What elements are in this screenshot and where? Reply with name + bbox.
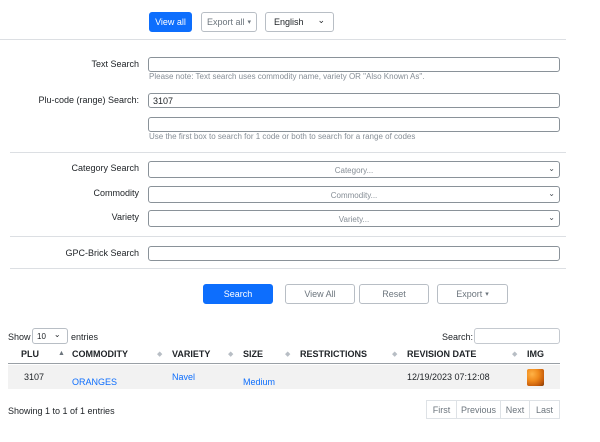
chevron-down-icon: ⌄ [53,329,61,339]
variety-placeholder: Variety... [338,215,370,224]
view-all-label: View all [155,17,186,27]
reset-button[interactable]: Reset [359,284,429,304]
pagination-next[interactable]: Next [500,400,530,419]
chevron-down-icon: ⌄ [317,14,326,25]
text-search-label: Text Search [91,59,139,69]
export-button[interactable]: Export ▾ [437,284,508,304]
language-value: English [274,17,304,27]
chevron-down-icon: ⌄ [548,189,555,198]
view-all-button[interactable]: View all [149,12,192,32]
search-button[interactable]: Search [203,284,273,304]
cell-size-link[interactable]: Medium [243,377,275,387]
entries-length-select[interactable]: 10 ⌄ [32,328,68,344]
sort-icon: ◆ [512,351,518,358]
variety-select[interactable]: Variety... ⌄ [148,210,560,227]
sort-asc-icon: ▲ [58,350,65,357]
pagination-last[interactable]: Last [529,400,560,419]
plu-search-label: Plu-code (range) Search: [38,95,139,105]
export-button-label: Export [456,289,483,299]
commodity-select[interactable]: Commodity... ⌄ [148,186,560,203]
text-search-help: Please note: Text search uses commodity … [149,72,425,81]
export-all-label: Export all [206,17,245,27]
search-button-label: Search [223,289,253,299]
language-select[interactable]: English ⌄ [265,12,334,32]
sort-icon: ◆ [285,351,291,358]
header-divider [8,363,560,364]
gpc-brick-input[interactable] [148,246,560,261]
divider [10,236,566,237]
text-search-input[interactable] [148,57,560,72]
column-header-variety[interactable]: VARIETY [172,349,210,359]
gpc-brick-label: GPC-Brick Search [65,248,139,258]
caret-down-icon: ▾ [247,19,252,26]
export-all-button[interactable]: Export all ▾ [201,12,257,32]
column-header-plu[interactable]: PLU [21,349,39,359]
category-label: Category Search [71,163,139,173]
cell-revision-date: 12/19/2023 07:12:08 [407,372,490,382]
divider [0,39,566,40]
caret-down-icon: ▾ [485,291,489,298]
pagination-first[interactable]: First [426,400,457,419]
table-search-label: Search: [442,332,474,342]
pagination-previous[interactable]: Previous [456,400,501,419]
table-info: Showing 1 to 1 of 1 entries [8,406,115,416]
table-search-input[interactable] [474,328,560,344]
commodity-label: Commodity [93,188,139,198]
plu-search-help: Use the first box to search for 1 code o… [149,132,416,141]
plu-to-input[interactable] [148,117,560,132]
column-header-size[interactable]: SIZE [243,349,263,359]
sort-icon: ◆ [157,351,163,358]
chevron-down-icon: ⌄ [548,164,555,173]
cell-variety-link[interactable]: Navel [172,372,195,382]
chevron-down-icon: ⌄ [548,213,555,222]
column-header-commodity[interactable]: COMMODITY [72,349,128,359]
sort-icon: ◆ [392,351,398,358]
sort-icon: ◆ [228,351,234,358]
category-placeholder: Category... [334,166,374,175]
divider [10,268,566,269]
orange-thumbnail-image[interactable] [527,369,544,386]
entries-length-value: 10 [37,331,46,341]
variety-label: Variety [111,212,139,222]
cell-plu: 3107 [24,372,45,382]
divider [10,152,566,153]
view-all-results-label: View All [304,289,336,299]
cell-commodity-link[interactable]: ORANGES [72,377,117,387]
show-label: Show [8,332,31,342]
column-header-img[interactable]: IMG [527,349,544,359]
category-select[interactable]: Category... ⌄ [148,161,560,178]
column-header-revision-date[interactable]: REVISION DATE [407,349,476,359]
commodity-placeholder: Commodity... [330,191,378,200]
reset-button-label: Reset [382,289,406,299]
view-all-results-button[interactable]: View All [285,284,355,304]
column-header-restrictions[interactable]: RESTRICTIONS [300,349,367,359]
entries-label: entries [71,332,99,342]
plu-from-input[interactable]: 3107 [148,93,560,108]
